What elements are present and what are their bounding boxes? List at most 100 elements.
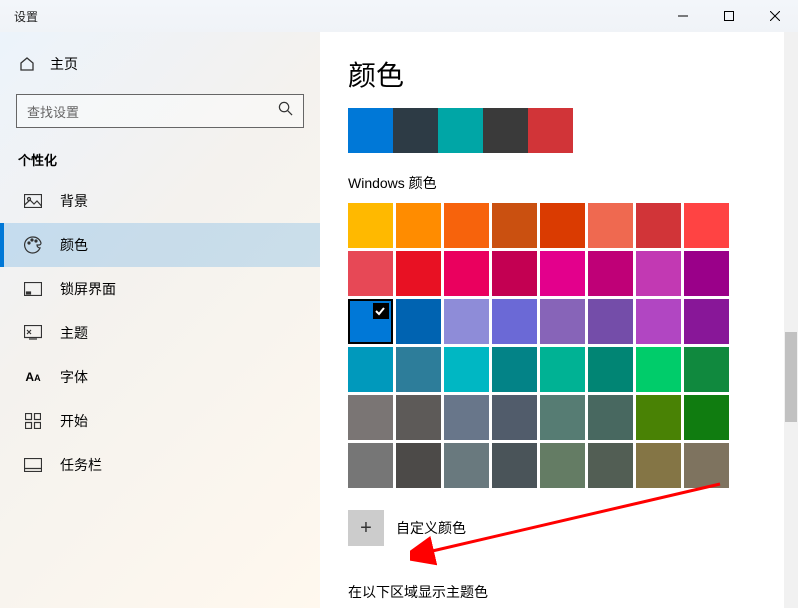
color-swatch[interactable] (588, 299, 633, 344)
color-swatch[interactable] (540, 347, 585, 392)
search-placeholder: 查找设置 (27, 102, 79, 121)
color-swatch[interactable] (492, 347, 537, 392)
start-icon (24, 412, 42, 430)
home-icon (18, 55, 36, 73)
search-input[interactable]: 查找设置 (16, 94, 304, 128)
color-swatch[interactable] (348, 299, 393, 344)
sidebar-item-start[interactable]: 开始 (0, 399, 320, 443)
color-swatch[interactable] (636, 443, 681, 488)
color-swatch[interactable] (396, 395, 441, 440)
color-swatch[interactable] (636, 203, 681, 248)
taskbar-icon (24, 456, 42, 474)
color-swatch[interactable] (492, 251, 537, 296)
color-swatch[interactable] (396, 203, 441, 248)
recent-color-swatch[interactable] (483, 108, 528, 153)
color-swatch[interactable] (348, 443, 393, 488)
sidebar-item-taskbar[interactable]: 任务栏 (0, 443, 320, 487)
window-title: 设置 (14, 8, 38, 25)
color-swatch[interactable] (396, 443, 441, 488)
color-swatch[interactable] (636, 299, 681, 344)
color-swatch[interactable] (444, 395, 489, 440)
color-swatch[interactable] (396, 347, 441, 392)
check-icon (373, 304, 387, 318)
color-swatch[interactable] (588, 443, 633, 488)
color-swatch[interactable] (540, 299, 585, 344)
color-swatch[interactable] (540, 395, 585, 440)
palette-icon (24, 236, 42, 254)
color-swatch[interactable] (348, 347, 393, 392)
windows-colors-grid (348, 203, 729, 488)
color-swatch[interactable] (444, 251, 489, 296)
sidebar-item-themes[interactable]: 主题 (0, 311, 320, 355)
color-swatch[interactable] (684, 443, 729, 488)
color-swatch[interactable] (540, 203, 585, 248)
show-accent-color-label: 在以下区域显示主题色 (348, 582, 798, 602)
color-swatch[interactable] (588, 251, 633, 296)
category-header: 个性化 (0, 146, 320, 179)
picture-icon (24, 192, 42, 210)
lockscreen-icon (24, 280, 42, 298)
color-swatch[interactable] (636, 251, 681, 296)
color-swatch[interactable] (636, 395, 681, 440)
color-swatch[interactable] (540, 251, 585, 296)
sidebar: 主页 查找设置 个性化 背景 颜色 锁屏界面 主题 AA 字体 (0, 32, 320, 608)
color-swatch[interactable] (348, 203, 393, 248)
recent-color-swatch[interactable] (348, 108, 393, 153)
sidebar-item-fonts[interactable]: AA 字体 (0, 355, 320, 399)
scrollbar-thumb[interactable] (785, 332, 797, 422)
sidebar-item-label: 字体 (60, 367, 88, 387)
plus-icon: + (360, 517, 372, 540)
title-bar: 设置 (0, 0, 798, 32)
home-label: 主页 (50, 54, 78, 74)
color-swatch[interactable] (684, 251, 729, 296)
color-swatch[interactable] (588, 347, 633, 392)
color-swatch[interactable] (684, 395, 729, 440)
recent-color-swatch[interactable] (528, 108, 573, 153)
recent-color-swatch[interactable] (438, 108, 483, 153)
sidebar-item-label: 任务栏 (60, 455, 102, 475)
color-swatch[interactable] (684, 347, 729, 392)
windows-colors-label: Windows 颜色 (348, 173, 798, 193)
color-swatch[interactable] (492, 299, 537, 344)
maximize-button[interactable] (706, 0, 752, 32)
color-swatch[interactable] (684, 299, 729, 344)
scrollbar[interactable] (784, 32, 798, 608)
page-title: 颜色 (348, 54, 798, 94)
main-content: 颜色 Windows 颜色 + 自定义颜色 在以下区域显示主题色 (320, 32, 798, 608)
font-icon: AA (24, 368, 42, 386)
close-button[interactable] (752, 0, 798, 32)
sidebar-item-lockscreen[interactable]: 锁屏界面 (0, 267, 320, 311)
sidebar-item-label: 主题 (60, 323, 88, 343)
color-swatch[interactable] (444, 443, 489, 488)
theme-icon (24, 324, 42, 342)
sidebar-item-background[interactable]: 背景 (0, 179, 320, 223)
color-swatch[interactable] (348, 395, 393, 440)
color-swatch[interactable] (492, 203, 537, 248)
color-swatch[interactable] (636, 347, 681, 392)
color-swatch[interactable] (684, 203, 729, 248)
color-swatch[interactable] (348, 251, 393, 296)
sidebar-item-colors[interactable]: 颜色 (0, 223, 320, 267)
custom-color-label: 自定义颜色 (396, 518, 466, 538)
sidebar-item-label: 开始 (60, 411, 88, 431)
minimize-button[interactable] (660, 0, 706, 32)
recent-colors (348, 108, 798, 153)
color-swatch[interactable] (588, 203, 633, 248)
custom-color-button[interactable]: + (348, 510, 384, 546)
sidebar-item-label: 背景 (60, 191, 88, 211)
home-link[interactable]: 主页 (0, 46, 320, 82)
recent-color-swatch[interactable] (393, 108, 438, 153)
color-swatch[interactable] (396, 299, 441, 344)
color-swatch[interactable] (444, 299, 489, 344)
color-swatch[interactable] (444, 203, 489, 248)
color-swatch[interactable] (588, 395, 633, 440)
sidebar-item-label: 锁屏界面 (60, 279, 116, 299)
color-swatch[interactable] (492, 443, 537, 488)
search-icon (278, 101, 293, 121)
color-swatch[interactable] (396, 251, 441, 296)
window-buttons (660, 0, 798, 32)
color-swatch[interactable] (540, 443, 585, 488)
color-swatch[interactable] (444, 347, 489, 392)
color-swatch[interactable] (492, 395, 537, 440)
sidebar-item-label: 颜色 (60, 235, 88, 255)
